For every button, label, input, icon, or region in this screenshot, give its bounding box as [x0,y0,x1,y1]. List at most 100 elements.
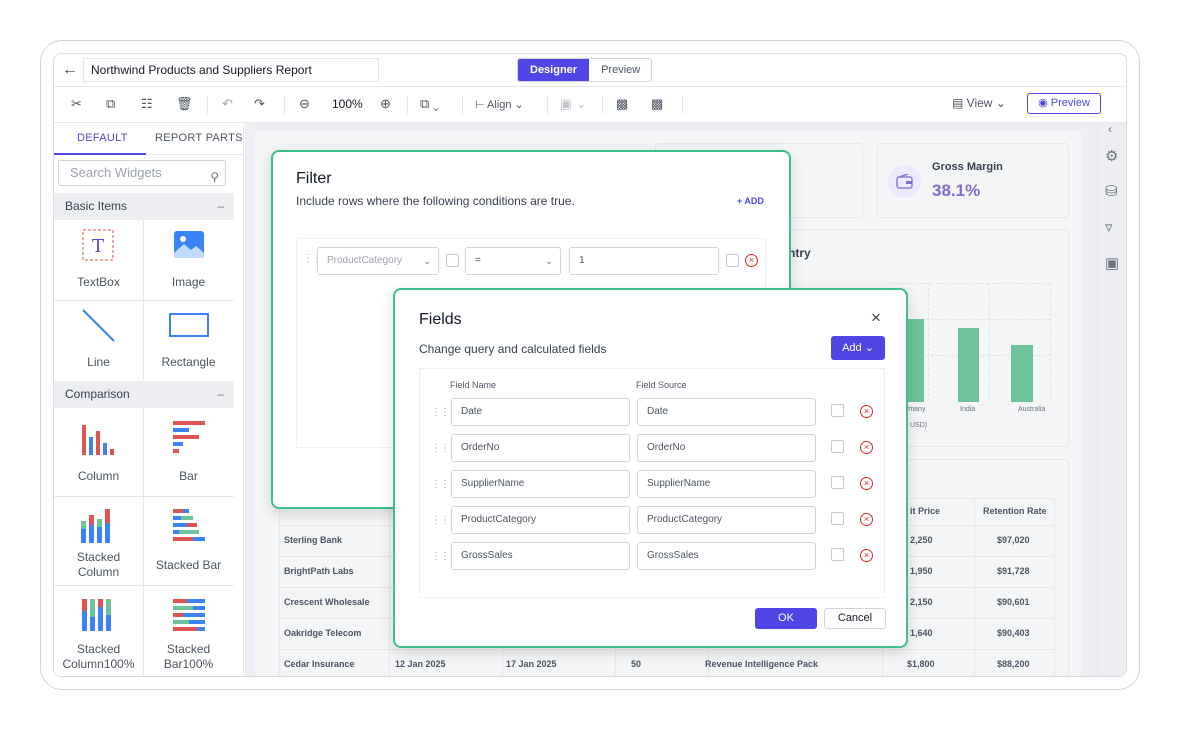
mode-switch: Designer Preview [517,58,653,82]
field-checkbox[interactable] [831,404,844,417]
field-checkbox[interactable] [831,548,844,561]
preview-button[interactable]: ◉ Preview [1027,93,1101,114]
cancel-button[interactable]: Cancel [824,608,886,629]
field-name-input[interactable]: ProductCategory [451,506,630,534]
widget-stacked-column[interactable]: Stacked Column [54,497,143,585]
collapse-icon[interactable]: – [217,381,224,408]
filter-icon[interactable]: ▿ [1105,218,1113,236]
remove-field-icon[interactable]: × [860,513,873,526]
chevron-left-icon[interactable]: ‹ [1108,122,1112,136]
field-source-input[interactable]: ProductCategory [637,506,816,534]
widget-line[interactable]: Line [54,301,143,381]
remove-field-icon[interactable]: × [860,405,873,418]
field-name-input[interactable]: OrderNo [451,434,630,462]
chart-bar[interactable] [958,328,979,402]
x-axis-label: rmany [906,406,926,413]
view-dropdown[interactable]: ▤ View ⌄ [952,96,1006,110]
widget-stacked-column-100[interactable]: Stacked Column100% [54,586,143,676]
field-name-input[interactable]: SupplierName [451,470,630,498]
divider [547,96,548,114]
search-placeholder: Search Widgets [70,165,162,180]
preview-tab[interactable]: Preview [589,59,652,81]
widget-label: Image [171,275,206,289]
field-checkbox[interactable] [831,476,844,489]
divider [462,96,463,114]
field-source-input[interactable]: GrossSales [637,542,816,570]
delete-icon[interactable]: 🗑 [176,96,193,112]
arrange-icon[interactable]: ⧉ ⌄ [420,96,439,112]
gridline [989,283,990,401]
tab-default[interactable]: DEFAULT [77,132,128,144]
select-icon[interactable]: ▣ ⌄ [560,96,587,112]
tab-report-parts[interactable]: REPORT PARTS [155,132,243,144]
section-basic-items[interactable]: Basic Items – [54,193,234,220]
database-icon[interactable]: ⛁ [1105,182,1118,200]
chart-bar[interactable] [1011,345,1033,402]
cut-icon[interactable]: ✂ [71,96,82,112]
table-cell: $88,200 [997,659,1030,669]
svg-text:T: T [92,236,104,257]
remove-field-icon[interactable]: × [860,477,873,490]
drag-handle-icon[interactable]: ⋮⋮ [431,443,450,454]
image-settings-icon[interactable]: ▣ [1105,254,1119,272]
field-source-input[interactable]: SupplierName [637,470,816,498]
arrow-left-icon[interactable]: ← [62,61,78,79]
widget-rectangle[interactable]: Rectangle [144,301,233,381]
value-input[interactable]: 1 [569,247,719,275]
paste-icon[interactable]: ☷ [141,96,153,112]
add-condition-link[interactable]: + ADD [737,196,764,206]
align-dropdown[interactable]: ⊢ Align ⌄ [475,98,524,111]
table-cell: Crescent Wholesale [284,597,370,607]
field-name-input[interactable]: Date [451,398,630,426]
add-field-button[interactable]: Add ⌄ [831,336,885,360]
fit-width-icon[interactable]: ▩ [616,96,628,112]
table-cell: Revenue Intelligence Pack [705,659,819,669]
table-row-line [280,649,1054,650]
fields-dialog: Fields × Change query and calculated fie… [393,288,908,648]
field-checkbox[interactable] [831,512,844,525]
drag-handle-icon[interactable]: ⋮⋮ [431,551,450,562]
remove-field-icon[interactable]: × [860,441,873,454]
drag-handle-icon[interactable]: ⋮⋮ [431,407,450,418]
widget-bar[interactable]: Bar [144,409,233,495]
field-select[interactable]: ProductCategory ⌄ [317,247,439,275]
zoom-out-icon[interactable]: ⊖ [299,96,310,112]
drag-handle-icon[interactable]: ⋮⋮ [431,515,450,526]
widget-stacked-bar[interactable]: Stacked Bar [144,497,233,585]
gridline [1050,283,1051,401]
drag-handle-icon[interactable]: ⋮⋮ [431,479,450,490]
section-comparison[interactable]: Comparison – [54,381,234,408]
field-checkbox[interactable] [831,440,844,453]
undo-icon[interactable]: ↶ [222,96,233,112]
widget-label: Rectangle [161,355,216,369]
widget-column[interactable]: Column [54,409,143,495]
widget-stacked-bar-100[interactable]: Stacked Bar100% [144,586,233,676]
collapse-icon[interactable]: – [217,193,224,220]
widget-image[interactable]: Image [144,220,233,300]
zoom-in-icon[interactable]: ⊕ [380,96,391,112]
report-title-input[interactable]: Northwind Products and Suppliers Report [83,58,379,82]
fit-page-icon[interactable]: ▩ [651,96,663,112]
table-cell: 2,150 [910,597,933,607]
operator-select[interactable]: = ⌄ [465,247,561,275]
widget-label: TextBox [77,275,120,289]
widget-textbox[interactable]: T TextBox [54,220,143,300]
field-source-input[interactable]: Date [637,398,816,426]
divider [407,96,408,114]
gross-margin-card[interactable]: Gross Margin 38.1% [877,143,1069,218]
zoom-level[interactable]: 100% [332,97,363,111]
search-widgets-input[interactable]: Search Widgets ⚲ [58,160,226,186]
table-cell: 50 [631,659,642,669]
remove-field-icon[interactable]: × [860,549,873,562]
field-name-input[interactable]: GrossSales [451,542,630,570]
close-icon[interactable]: × [871,308,881,328]
field-source-input[interactable]: OrderNo [637,434,816,462]
remove-condition-icon[interactable]: × [745,254,758,267]
value-checkbox[interactable] [726,254,739,267]
copy-icon[interactable]: ⧉ [106,96,115,112]
ok-button[interactable]: OK [755,608,817,629]
field-checkbox[interactable] [446,254,459,267]
designer-tab[interactable]: Designer [518,59,590,81]
gear-icon[interactable]: ⚙ [1105,147,1118,165]
redo-icon[interactable]: ↷ [254,96,265,112]
